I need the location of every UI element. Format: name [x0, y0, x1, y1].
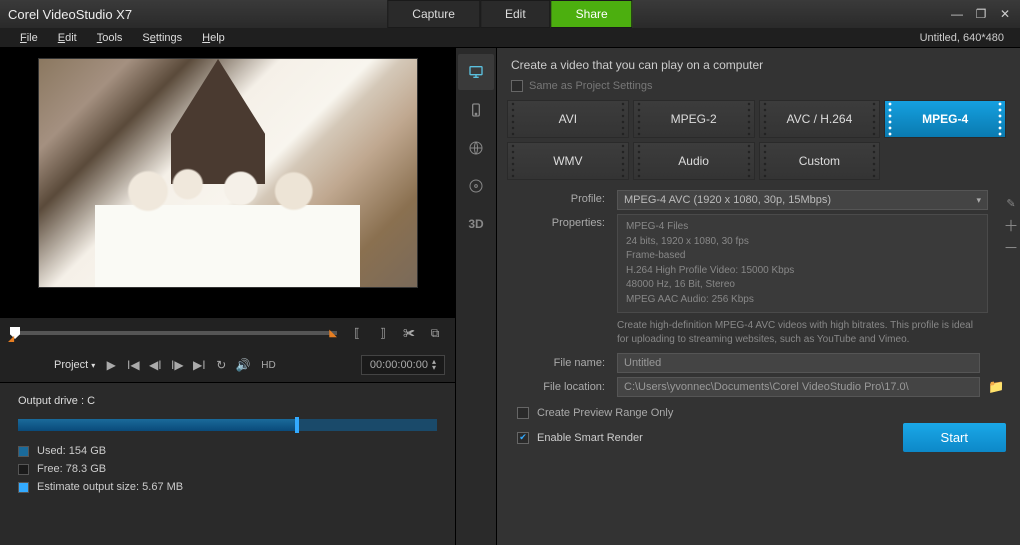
menu-file[interactable]: File — [10, 32, 48, 44]
menu-settings[interactable]: Settings — [132, 32, 192, 44]
format-custom[interactable]: Custom — [759, 142, 881, 180]
menu-help[interactable]: Help — [192, 32, 235, 44]
close-icon[interactable]: ✕ — [998, 7, 1012, 21]
scrub-bar: ◢ ◣ ⟦ ⟧ ✀ ⧉ — [0, 318, 455, 348]
restore-icon[interactable]: ❐ — [974, 7, 988, 21]
format-mpeg4[interactable]: MPEG-4 — [884, 100, 1006, 138]
browse-folder-icon[interactable]: 📁 — [988, 379, 1006, 395]
prev-frame-button[interactable]: ◀I — [145, 355, 165, 375]
output-panel: Output drive : C Used: 154 GB Free: 78.3… — [0, 382, 455, 545]
preview-range-label: Create Preview Range Only — [537, 407, 673, 419]
share-target-strip: 3D — [455, 48, 497, 545]
title-bar: Corel VideoStudio X7 Capture Edit Share … — [0, 0, 1020, 28]
format-grid: AVI MPEG-2 AVC / H.264 MPEG-4 WMV Audio … — [507, 100, 1006, 180]
preview-range-checkbox[interactable] — [517, 407, 529, 419]
filename-label: File name: — [507, 357, 617, 369]
transport-bar: Project▾ ▶ I◀ ◀I I▶ ▶I ↻ 🔊 HD 00:00:00:0… — [0, 348, 455, 382]
profile-select[interactable]: MPEG-4 AVC (1920 x 1080, 30p, 15Mbps) — [617, 190, 988, 210]
target-3d-icon[interactable]: 3D — [458, 206, 494, 242]
disk-usage-bar — [18, 419, 437, 431]
profile-label: Profile: — [507, 190, 617, 205]
play-button[interactable]: ▶ — [101, 355, 121, 375]
app-title: Corel VideoStudio X7 — [8, 7, 132, 22]
minimize-icon[interactable]: — — [950, 7, 964, 21]
cut-icon[interactable]: ✀ — [399, 323, 419, 343]
mode-tabs: Capture Edit Share — [387, 0, 632, 28]
window-controls: — ❐ ✕ — [950, 7, 1012, 21]
preview-area — [0, 48, 455, 318]
legend-estimate: Estimate output size: 5.67 MB — [18, 481, 437, 493]
smart-render-checkbox[interactable]: ✔ — [517, 432, 529, 444]
format-wmv[interactable]: WMV — [507, 142, 629, 180]
target-web-icon[interactable] — [458, 130, 494, 166]
target-computer-icon[interactable] — [458, 54, 494, 90]
location-label: File location: — [507, 381, 617, 393]
format-mpeg2[interactable]: MPEG-2 — [633, 100, 755, 138]
next-frame-button[interactable]: I▶ — [167, 355, 187, 375]
preview-image[interactable] — [38, 58, 418, 288]
menu-tools[interactable]: Tools — [87, 32, 133, 44]
remove-profile-icon[interactable]: － — [1004, 240, 1018, 254]
mark-out-button[interactable]: ⟧ — [373, 323, 393, 343]
edit-profile-icon[interactable]: ✎ — [1004, 196, 1018, 210]
repeat-button[interactable]: ↻ — [211, 355, 231, 375]
share-settings-panel: Create a video that you can play on a co… — [497, 48, 1020, 545]
legend-free: Free: 78.3 GB — [18, 463, 437, 475]
output-drive-label: Output drive : C — [18, 395, 437, 407]
format-avc[interactable]: AVC / H.264 — [759, 100, 881, 138]
filename-input[interactable]: Untitled — [617, 353, 980, 373]
add-profile-icon[interactable]: ＋ — [1004, 218, 1018, 232]
project-info: Untitled, 640*480 — [920, 32, 1010, 44]
start-button[interactable]: Start — [903, 423, 1006, 452]
transport-mode[interactable]: Project▾ — [54, 359, 95, 371]
target-device-icon[interactable] — [458, 92, 494, 128]
legend-used: Used: 154 GB — [18, 445, 437, 457]
go-end-button[interactable]: ▶I — [189, 355, 209, 375]
scrub-track[interactable]: ◢ ◣ — [10, 331, 337, 335]
location-input[interactable]: C:\Users\yvonnec\Documents\Corel VideoSt… — [617, 377, 980, 397]
format-avi[interactable]: AVI — [507, 100, 629, 138]
go-start-button[interactable]: I◀ — [123, 355, 143, 375]
menu-bar: File Edit Tools Settings Help Untitled, … — [0, 28, 1020, 48]
volume-button[interactable]: 🔊 — [233, 355, 253, 375]
smart-render-label: Enable Smart Render — [537, 432, 643, 444]
properties-box: MPEG-4 Files 24 bits, 1920 x 1080, 30 fp… — [617, 214, 988, 313]
tab-edit[interactable]: Edit — [480, 0, 551, 28]
hd-toggle[interactable]: HD — [261, 360, 275, 371]
tab-capture[interactable]: Capture — [387, 0, 480, 28]
share-heading: Create a video that you can play on a co… — [511, 58, 1006, 72]
mark-in-icon[interactable]: ◢ — [8, 334, 14, 343]
mark-out-icon[interactable]: ◣ — [329, 328, 337, 339]
format-audio[interactable]: Audio — [633, 142, 755, 180]
mark-in-button[interactable]: ⟦ — [347, 323, 367, 343]
timecode[interactable]: 00:00:00:00▴▾ — [361, 355, 445, 375]
menu-edit[interactable]: Edit — [48, 32, 87, 44]
crop-icon[interactable]: ⧉ — [425, 323, 445, 343]
properties-label: Properties: — [507, 214, 617, 229]
profile-description: Create high-definition MPEG-4 AVC videos… — [617, 319, 1006, 347]
same-settings-label: Same as Project Settings — [529, 80, 653, 92]
target-disc-icon[interactable] — [458, 168, 494, 204]
same-settings-checkbox[interactable] — [511, 80, 523, 92]
tab-share[interactable]: Share — [551, 0, 633, 28]
